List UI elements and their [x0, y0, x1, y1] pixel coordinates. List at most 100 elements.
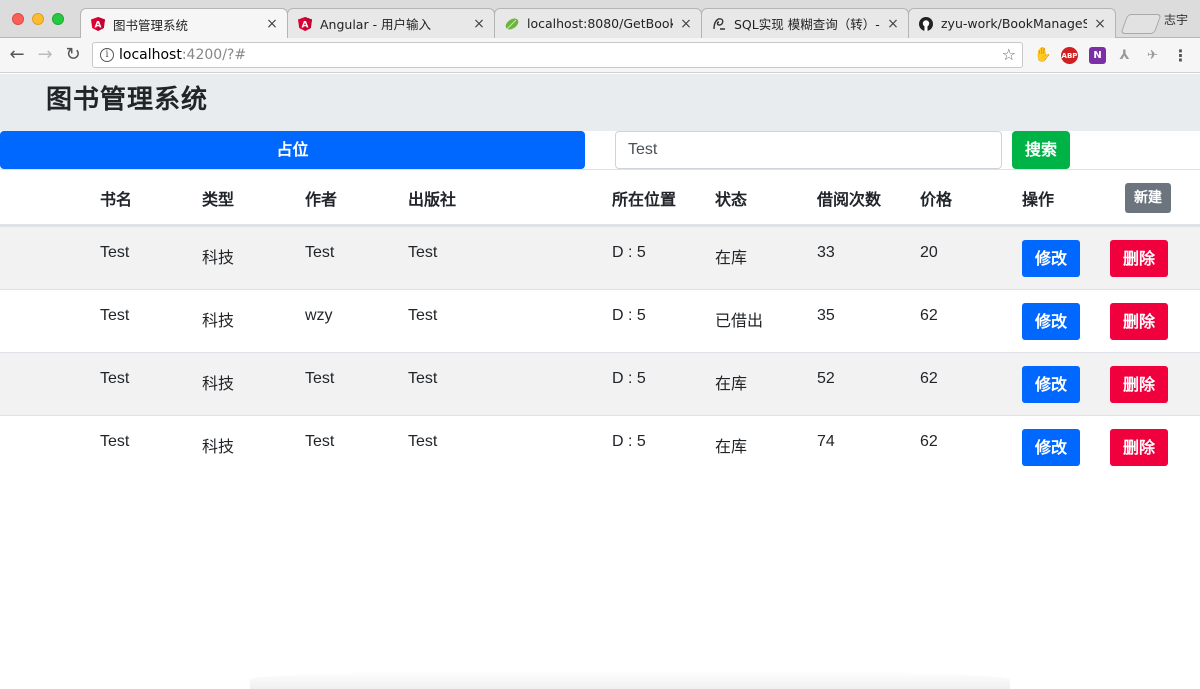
tab-close-icon[interactable]: × [886, 16, 900, 32]
angular-icon: A [91, 17, 105, 31]
table-row: Test 科技 Test Test D : 5 在库 33 20 修改 删除 [0, 227, 1200, 290]
onenote-label: N [1093, 50, 1102, 61]
cell-location: D : 5 [612, 307, 646, 324]
cell-location: D : 5 [612, 370, 646, 387]
search-input[interactable]: Test [615, 131, 1002, 169]
extension-acrobat-icon[interactable]: ⅄ [1116, 47, 1133, 64]
bookmark-star-icon[interactable]: ☆ [1002, 43, 1016, 67]
cell-publisher: Test [408, 433, 438, 450]
info-icon[interactable]: i [100, 48, 114, 62]
svg-text:A: A [302, 20, 309, 30]
column-header-actions: 操作 [1022, 190, 1055, 209]
tab-close-icon[interactable]: × [679, 16, 693, 32]
new-tab-button[interactable] [1120, 14, 1162, 34]
edit-button[interactable]: 修改 [1022, 240, 1080, 277]
cell-title: Test [100, 370, 130, 387]
cell-title: Test [100, 433, 130, 450]
cell-status: 在库 [715, 374, 748, 393]
page-header: 图书管理系统 [0, 74, 1200, 131]
tab-close-icon[interactable]: × [1093, 16, 1107, 32]
tab-title: Angular - 用户输入 [320, 17, 432, 32]
zoom-window-button[interactable] [52, 13, 64, 25]
cell-author: wzy [305, 307, 333, 324]
column-header-author: 作者 [305, 190, 338, 209]
column-header-title: 书名 [100, 190, 133, 209]
cell-type: 科技 [202, 437, 235, 456]
cell-author: Test [305, 433, 335, 450]
table-row: Test 科技 wzy Test D : 5 已借出 35 62 修改 删除 [0, 290, 1200, 353]
minimize-window-button[interactable] [32, 13, 44, 25]
tab-close-icon[interactable]: × [472, 16, 486, 32]
delete-button[interactable]: 删除 [1110, 303, 1168, 340]
new-book-button[interactable]: 新建 [1125, 183, 1171, 213]
cell-price: 62 [920, 307, 938, 324]
cell-title: Test [100, 307, 130, 324]
column-header-price: 价格 [920, 190, 953, 209]
extension-hand-icon[interactable]: ✋ [1034, 47, 1051, 64]
browser-tab-5[interactable]: zyu-work/BookManageSys × [908, 8, 1116, 38]
url-path: :4200/?# [181, 47, 247, 63]
github-icon [919, 16, 933, 31]
tab-title: SQL实现 模糊查询（转）- [734, 17, 880, 32]
search-form: 占位 Test 搜索 [0, 131, 1200, 169]
close-window-button[interactable] [12, 13, 24, 25]
back-arrow-icon[interactable]: ← [6, 44, 28, 66]
page-title: 图书管理系统 [46, 85, 209, 115]
cell-author: Test [305, 244, 335, 261]
cell-publisher: Test [408, 244, 438, 261]
column-header-borrow-count: 借阅次数 [817, 190, 882, 209]
browser-tab-1[interactable]: A 图书管理系统 × [80, 8, 288, 39]
angular-icon: A [298, 16, 312, 31]
table-row: Test 科技 Test Test D : 5 在库 52 62 修改 删除 [0, 353, 1200, 416]
page: 图书管理系统 占位 Test 搜索 书名 类型 作者 出版社 所在位置 状态 借… [0, 74, 1200, 689]
tab-title: localhost:8080/GetBookBy [527, 16, 673, 31]
tab-title: 图书管理系统 [113, 17, 189, 33]
delete-button[interactable]: 删除 [1110, 366, 1168, 403]
cell-author: Test [305, 370, 335, 387]
cell-location: D : 5 [612, 433, 646, 450]
cell-price: 62 [920, 433, 938, 450]
delete-button[interactable]: 删除 [1110, 240, 1168, 277]
browser-tab-3[interactable]: localhost:8080/GetBookBy × [494, 8, 702, 38]
adblock-plus-label: ABP [1061, 52, 1078, 60]
tab-close-icon[interactable]: × [265, 16, 279, 32]
edit-button[interactable]: 修改 [1022, 366, 1080, 403]
window-bottom-shadow [250, 670, 1010, 689]
blog-icon [712, 17, 726, 31]
column-header-location: 所在位置 [612, 190, 677, 209]
address-bar[interactable]: i localhost:4200/?# ☆ [92, 42, 1023, 68]
profile-name[interactable]: 志宇 [1164, 11, 1188, 28]
cell-title: Test [100, 244, 130, 261]
onenote-icon[interactable]: N [1089, 47, 1106, 64]
adblock-plus-icon[interactable]: ABP [1061, 47, 1078, 64]
delete-button[interactable]: 删除 [1110, 429, 1168, 466]
spring-leaf-icon [505, 17, 519, 31]
cell-price: 62 [920, 370, 938, 387]
cell-borrow-count: 35 [817, 307, 835, 324]
table-row: Test 科技 Test Test D : 5 在库 74 62 修改 删除 [0, 416, 1200, 479]
column-header-status: 状态 [715, 190, 748, 209]
search-button[interactable]: 搜索 [1012, 131, 1070, 169]
tab-title: zyu-work/BookManageSys [941, 16, 1087, 31]
cell-borrow-count: 33 [817, 244, 835, 261]
cell-borrow-count: 74 [817, 433, 835, 450]
browser-tab-2[interactable]: A Angular - 用户输入 × [287, 8, 495, 38]
column-header-publisher: 出版社 [408, 190, 457, 209]
extension-bird-icon[interactable]: ✈ [1144, 47, 1161, 64]
edit-button[interactable]: 修改 [1022, 303, 1080, 340]
cell-status: 在库 [715, 437, 748, 456]
placeholder-button[interactable]: 占位 [0, 131, 585, 169]
forward-arrow-icon[interactable]: → [34, 44, 56, 66]
cell-borrow-count: 52 [817, 370, 835, 387]
cell-location: D : 5 [612, 244, 646, 261]
cell-type: 科技 [202, 374, 235, 393]
browser-menu-icon[interactable]: ⋮ [1172, 47, 1189, 64]
cell-price: 20 [920, 244, 938, 261]
reload-icon[interactable]: ↻ [62, 44, 84, 66]
cell-publisher: Test [408, 307, 438, 324]
url-host: localhost [119, 47, 182, 63]
cell-status: 在库 [715, 248, 748, 267]
browser-tab-4[interactable]: SQL实现 模糊查询（转）- × [701, 8, 909, 38]
svg-text:A: A [95, 21, 102, 31]
edit-button[interactable]: 修改 [1022, 429, 1080, 466]
